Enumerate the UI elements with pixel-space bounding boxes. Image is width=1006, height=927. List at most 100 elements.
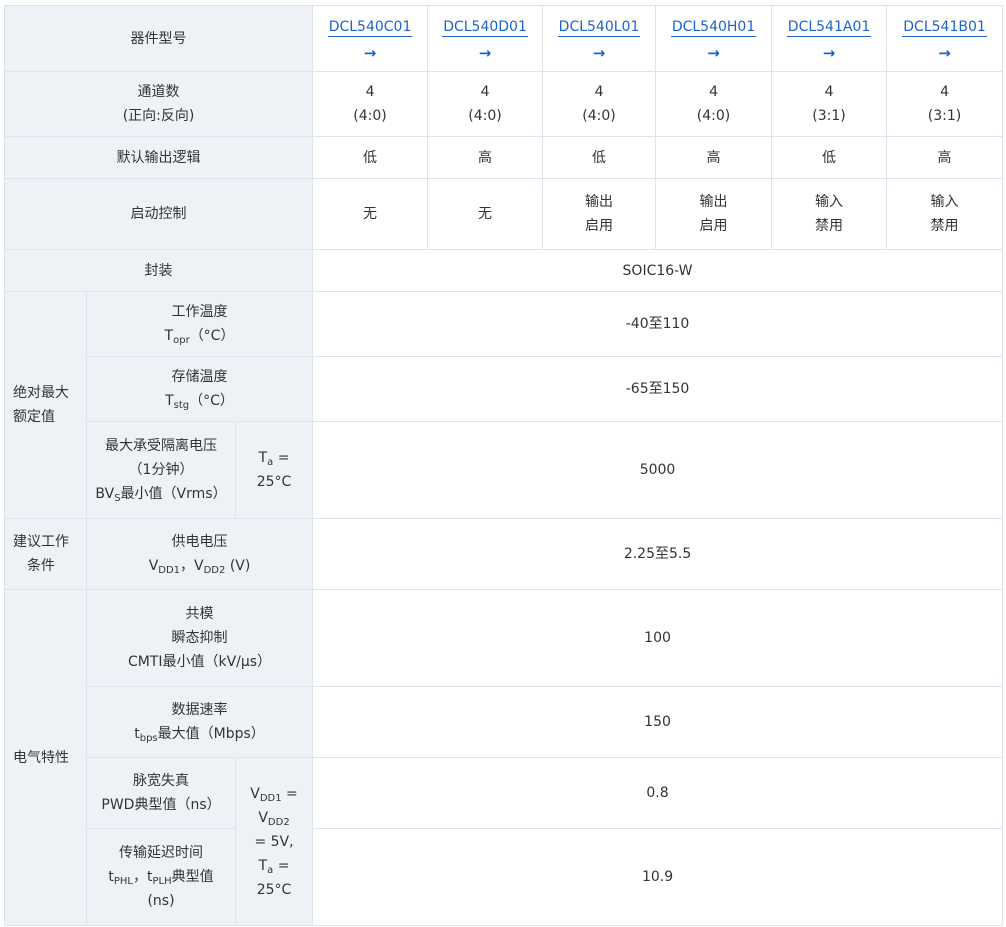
enable-cell: 输出 启用 xyxy=(542,178,657,250)
propagation-delay-label: 传输延迟时间 xyxy=(119,845,203,861)
enable-line: 输出 xyxy=(585,194,614,210)
enable-cell: 无 xyxy=(312,178,429,250)
enable-cell: 输入 禁用 xyxy=(771,178,888,250)
row-channels: 通道数 (正向:反向) 4 (4:0) 4 (4:0) 4 (4:0) 4 (4:0) … xyxy=(3,71,1004,137)
model-link-dcl540l01[interactable]: DCL540L01 xyxy=(557,18,641,37)
channels-header: 通道数 (正向:反向) xyxy=(3,71,314,137)
isolation-label: 最大承受隔离电压 xyxy=(105,438,217,454)
row-data-rate: 数据速率 tbps最大值（Mbps） 150 xyxy=(5,686,1004,758)
data-rate-label: 数据速率 xyxy=(171,702,228,718)
model-cell: DCL540C01 → xyxy=(312,5,429,72)
channels-cell: 4 (3:1) xyxy=(886,71,1004,137)
model-cell: DCL541B01 → xyxy=(886,5,1004,72)
arrow-right-icon[interactable]: → xyxy=(660,43,767,63)
pwd-label: PWD典型值（ns） xyxy=(101,797,221,813)
channels-cell: 4 (4:0) xyxy=(542,71,657,137)
row-supply-voltage: 建议工作 条件 供电电压 VDD1，VDD2 (V) 2.25至5.5 xyxy=(4,518,1004,590)
model-cell: DCL540H01 → xyxy=(655,5,773,72)
enable-line: 输出 xyxy=(699,194,728,210)
symbol-t: T xyxy=(165,393,174,409)
pwd-header: 脉宽失真 PWD典型值（ns） xyxy=(86,757,236,829)
channels-direction-label: (正向:反向) xyxy=(122,108,195,124)
model-link-dcl541b01[interactable]: DCL541B01 xyxy=(902,18,987,37)
model-link-dcl540h01[interactable]: DCL540H01 xyxy=(670,18,757,37)
symbol-t: T xyxy=(164,328,174,344)
enable-line: 输入 xyxy=(930,194,959,210)
unit: (V) xyxy=(225,558,251,574)
recommended-group: 建议工作 条件 xyxy=(4,518,87,590)
model-cell: DCL540L01 → xyxy=(542,5,657,72)
supply-voltage-value: 2.25至5.5 xyxy=(312,518,1004,590)
ta-value: 25°C xyxy=(256,474,292,490)
operating-temp-symbol: Topr（°C） xyxy=(91,324,308,348)
default-output-cell: 高 xyxy=(655,136,773,179)
symbol-sub: DD1 xyxy=(158,565,181,576)
isolation-header: 最大承受隔离电压 （1分钟） BVS最小值（Vrms） xyxy=(86,421,236,519)
pwd-value: 0.8 xyxy=(312,757,1004,829)
data-rate-value: 150 xyxy=(312,686,1004,758)
storage-temp-symbol: Tstg（°C） xyxy=(91,389,308,413)
cmti-label: 瞬态抑制 xyxy=(171,630,228,646)
row-pwd: 脉宽失真 PWD典型值（ns） VDD1 = VDD2 = 5V, Ta = 2… xyxy=(5,757,1004,926)
data-rate-header: 数据速率 tbps最大值（Mbps） xyxy=(85,686,314,758)
channel-count: 4 xyxy=(824,84,834,100)
cmti-value: 100 xyxy=(312,589,1004,687)
channels-cell: 4 (3:1) xyxy=(771,71,888,137)
isolation-value: 5000 xyxy=(312,421,1004,519)
vdd1-symbol: VDD1 = xyxy=(240,782,308,806)
data-rate-symbol: tbps最大值（Mbps） xyxy=(91,722,308,746)
arrow-right-icon[interactable]: → xyxy=(432,43,538,63)
recommended-label: 条件 xyxy=(27,558,55,574)
symbol-sub: DD2 xyxy=(203,565,226,576)
arrow-right-icon[interactable]: → xyxy=(776,43,882,63)
symbol-t: T xyxy=(258,450,268,466)
abs-max-label: 额定值 xyxy=(13,409,55,425)
storage-temp-label: 存储温度 xyxy=(171,369,228,385)
arrow-right-icon[interactable]: → xyxy=(891,43,998,63)
recommended-label: 建议工作 xyxy=(13,534,69,550)
supply-voltage-label: 供电电压 xyxy=(171,534,228,550)
part-number-header: 器件型号 xyxy=(3,5,314,72)
electrical-group: 电气特性 xyxy=(4,589,87,926)
equals: = xyxy=(273,857,290,874)
unit: 最大值（Mbps） xyxy=(157,726,265,742)
channels-label: 通道数 xyxy=(137,84,180,100)
symbol-sub: stg xyxy=(173,400,190,411)
operating-temp-header: 工作温度 Topr（°C） xyxy=(85,291,314,357)
model-link-dcl540d01[interactable]: DCL540D01 xyxy=(442,18,528,37)
channels-cell: 4 (4:0) xyxy=(655,71,773,137)
abs-max-label: 绝对最大 xyxy=(13,385,69,401)
enable-cell: 输入 禁用 xyxy=(886,178,1004,250)
storage-temp-value: -65至150 xyxy=(312,356,1004,422)
channel-ratio: (3:1) xyxy=(927,108,962,124)
propagation-delay-value: 10.9 xyxy=(312,828,1004,926)
package-value: SOIC16-W xyxy=(312,249,1004,292)
model-link-dcl540c01[interactable]: DCL540C01 xyxy=(327,18,413,37)
row-propagation-delay: 传输延迟时间 tPHL，tPLH典型值 (ns) 10.9 xyxy=(5,828,1004,926)
enable-control-header: 启动控制 xyxy=(3,178,314,250)
cmti-header: 共模 瞬态抑制 CMTI最小值（kV/μs） xyxy=(85,589,314,687)
arrow-right-icon[interactable]: → xyxy=(547,43,651,63)
arrow-right-icon[interactable]: → xyxy=(317,43,423,63)
enable-line: 输入 xyxy=(815,194,844,210)
model-link-dcl541a01[interactable]: DCL541A01 xyxy=(786,18,872,37)
symbol-v: V xyxy=(258,809,268,826)
channel-ratio: (4:0) xyxy=(582,108,616,124)
propagation-delay-unit: (ns) xyxy=(147,893,175,909)
symbol-t: T xyxy=(258,857,268,874)
storage-temp-header: 存储温度 Tstg（°C） xyxy=(85,356,314,422)
symbol-v: V xyxy=(194,558,204,574)
channel-count: 4 xyxy=(709,84,718,100)
unit: 最小值（Vrms） xyxy=(120,486,227,502)
propagation-delay-symbol: tPHL，tPLH典型值 xyxy=(91,865,231,889)
vdd2-symbol: VDD2 xyxy=(240,806,308,830)
row-default-output: 默认输出逻辑 低 高 低 高 低 高 xyxy=(3,136,1004,179)
unit: （°C） xyxy=(189,393,234,409)
channel-count: 4 xyxy=(365,84,375,100)
channel-ratio: (4:0) xyxy=(696,108,731,124)
supply-voltage-symbol: VDD1，VDD2 (V) xyxy=(91,554,308,578)
symbol-sub: bps xyxy=(139,733,158,744)
operating-temp-label: 工作温度 xyxy=(171,304,228,320)
row-part-number: 器件型号 DCL540C01 → DCL540D01 → DCL540L01 →… xyxy=(3,5,1004,72)
enable-line: 启用 xyxy=(585,218,614,234)
